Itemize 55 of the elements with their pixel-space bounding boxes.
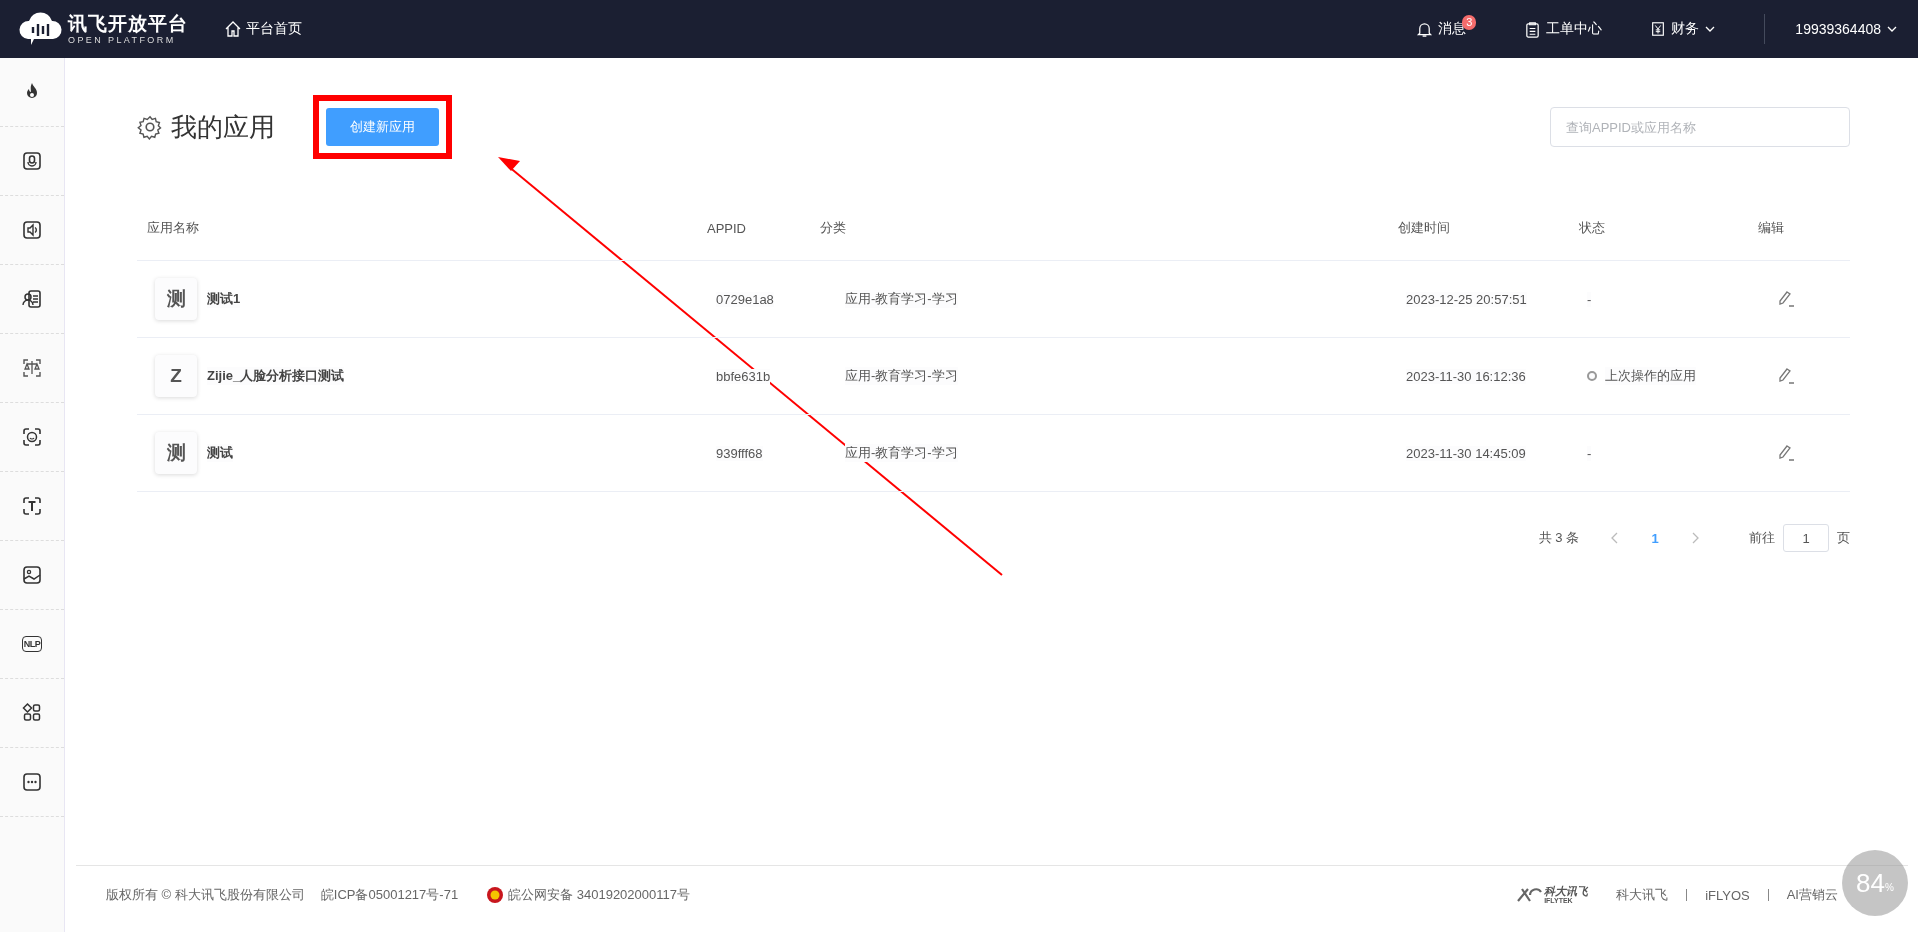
appid-text: bbfe631b	[716, 368, 771, 384]
microphone-icon[interactable]	[20, 149, 44, 173]
footer-link[interactable]: iFLYOS	[1705, 887, 1750, 903]
column-header: APPID	[697, 196, 810, 261]
category-text: 应用-教育学习-学习	[845, 290, 958, 308]
edit-icon[interactable]	[1776, 289, 1796, 309]
icp-link[interactable]: 皖ICP备05001217号-71	[320, 886, 459, 904]
category-text: 应用-教育学习-学习	[845, 444, 958, 462]
search-field[interactable]: 查询APPID或应用名称	[1550, 107, 1850, 147]
account-menu[interactable]: 19939364408	[1795, 21, 1898, 37]
logo-subtitle: OPEN PLATFORM	[68, 35, 177, 45]
app-name: 测试1	[207, 290, 241, 308]
logo-title: 讯飞开放平台	[68, 13, 188, 33]
column-header: 分类	[810, 196, 1388, 261]
column-header: 状态	[1569, 196, 1748, 261]
page-title: 我的应用	[171, 110, 275, 144]
bell-icon	[1416, 20, 1434, 38]
police-emblem-icon	[486, 886, 505, 904]
page-input[interactable]: 1	[1783, 524, 1829, 552]
person-card-icon[interactable]	[20, 287, 44, 311]
footer-link[interactable]: AI营销云	[1786, 886, 1838, 904]
total-count: 共 3 条	[1538, 529, 1579, 547]
goto-label: 前往	[1749, 529, 1775, 547]
brand-logo-icon	[1516, 887, 1543, 903]
app-avatar: Z	[155, 355, 197, 397]
nlp-icon[interactable]: NLP	[21, 636, 43, 652]
app-avatar: 测	[155, 278, 197, 320]
text-scan-icon[interactable]	[20, 494, 44, 518]
edit-icon[interactable]	[1776, 366, 1796, 386]
home-link[interactable]: 平台首页	[224, 20, 302, 38]
clipboard-icon	[1524, 20, 1542, 38]
copyright-text: 版权所有 © 科大讯飞股份有限公司	[106, 886, 305, 904]
speaker-icon[interactable]	[20, 218, 44, 242]
category-text: 应用-教育学习-学习	[845, 367, 958, 385]
home-icon	[224, 20, 242, 38]
footer-link[interactable]: 科大讯飞	[1616, 886, 1669, 904]
column-header: 编辑	[1748, 196, 1850, 261]
app-name: Zijie_人脸分析接口测试	[207, 367, 345, 385]
status-text: 上次操作的应用	[1605, 367, 1696, 385]
tickets-link[interactable]: 工单中心	[1524, 20, 1603, 38]
column-header: 应用名称	[137, 196, 697, 261]
page-suffix: 页	[1837, 529, 1850, 547]
edit-icon[interactable]	[1776, 443, 1796, 463]
face-scan-icon[interactable]	[20, 425, 44, 449]
scale-icon[interactable]	[20, 356, 44, 380]
brand-name: 科大讯飞	[1544, 886, 1589, 897]
finance-menu[interactable]: 财务	[1650, 20, 1717, 38]
settings-icon	[137, 114, 163, 140]
ledger-icon	[1650, 21, 1667, 37]
column-header: 创建时间	[1388, 196, 1569, 261]
app-avatar: 测	[155, 432, 197, 474]
more-icon[interactable]	[20, 770, 44, 794]
police-record-link[interactable]: 皖公网安备 34019202000117号	[508, 886, 690, 904]
app-name: 测试	[207, 444, 233, 462]
image-icon[interactable]	[20, 563, 44, 587]
